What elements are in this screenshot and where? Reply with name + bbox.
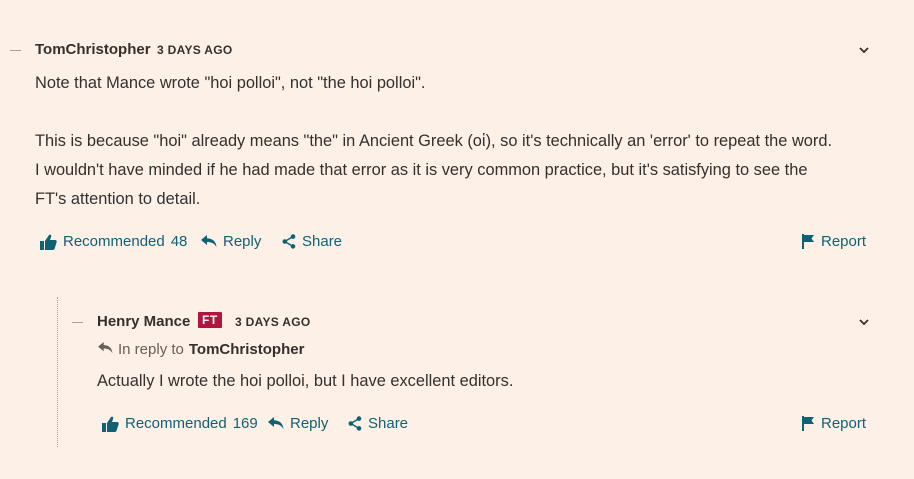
chevron-down-icon[interactable] <box>857 45 871 55</box>
share-label: Share <box>302 233 343 250</box>
in-reply-to: In reply to TomChristopher <box>98 341 304 358</box>
report-label: Report <box>821 233 867 250</box>
recommend-button[interactable]: Recommended 48 <box>40 233 187 250</box>
chevron-down-icon[interactable] <box>857 317 871 327</box>
reply-button[interactable]: Reply <box>268 415 328 432</box>
comment-paragraph-1: Note that Mance wrote "hoi polloi", not … <box>35 74 426 92</box>
share-label: Share <box>368 415 409 432</box>
reply-label: Reply <box>290 415 329 432</box>
reply-author[interactable]: Henry Mance <box>97 313 190 330</box>
reply-thread-line <box>57 297 58 447</box>
reply-text: Actually I wrote the hoi polloi, but I h… <box>97 372 514 390</box>
reply-button[interactable]: Reply <box>201 233 261 250</box>
reply-arrow-icon <box>268 417 284 430</box>
recommend-label: Recommended <box>63 233 165 250</box>
report-button[interactable]: Report <box>802 415 866 432</box>
reply-label: Reply <box>223 233 262 250</box>
in-reply-to-label: In reply to <box>118 341 184 358</box>
recommend-label: Recommended <box>125 415 227 432</box>
comment-author[interactable]: TomChristopher <box>35 41 151 58</box>
reply-timestamp: 3 DAYS AGO <box>235 315 311 329</box>
collapse-comment-icon[interactable] <box>10 50 21 51</box>
report-button[interactable]: Report <box>802 233 866 250</box>
ft-staff-badge: FT <box>198 312 222 328</box>
report-label: Report <box>821 415 867 432</box>
thumbs-up-icon <box>102 416 119 432</box>
reply-arrow-icon <box>98 341 113 358</box>
comment-timestamp: 3 DAYS AGO <box>157 43 233 57</box>
share-icon <box>348 416 362 431</box>
share-icon <box>282 234 296 249</box>
reply-arrow-icon <box>201 235 217 248</box>
in-reply-to-author[interactable]: TomChristopher <box>189 341 305 358</box>
comment-paragraph-2-line-1: This is because "hoi" already means "the… <box>35 132 833 150</box>
recommend-count: 48 <box>170 233 188 250</box>
recommend-button[interactable]: Recommended 169 <box>102 415 258 432</box>
flag-icon <box>802 416 815 431</box>
share-button[interactable]: Share <box>282 233 342 250</box>
comment-paragraph-2-line-2: I wouldn't have minded if he had made th… <box>35 161 808 179</box>
thumbs-up-icon <box>40 234 57 250</box>
share-button[interactable]: Share <box>348 415 408 432</box>
recommend-count: 169 <box>232 415 258 432</box>
flag-icon <box>802 234 815 249</box>
collapse-reply-icon[interactable] <box>72 322 83 323</box>
comment-paragraph-2-line-3: FT's attention to detail. <box>35 190 201 208</box>
